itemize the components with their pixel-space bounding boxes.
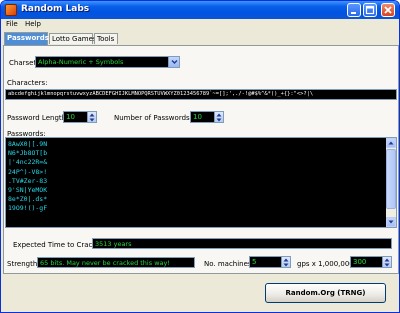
password-list: 8AwX0|[.9N N6*Jb8OT[b |'4nc22R=& 24P^)-V…	[8, 140, 47, 214]
password-item[interactable]: 8e*Z0|.ds*	[8, 195, 47, 204]
crack-time-value: 3513 years	[95, 240, 132, 248]
strength-field: 65 bits. May never be cracked this way!	[37, 257, 195, 268]
menu-bar: File Help	[1, 19, 399, 31]
arrow-up-icon	[283, 258, 289, 262]
charset-value: Alpha-Numeric + Symbols	[38, 58, 124, 66]
status-bar	[1, 306, 399, 312]
charset-select[interactable]: Alpha-Numeric + Symbols	[35, 56, 180, 68]
password-item[interactable]: 19O9!()-gF	[8, 204, 47, 213]
app-icon	[5, 4, 17, 16]
arrow-up-icon	[384, 258, 390, 262]
machines-label: No. machines:	[204, 260, 254, 268]
strength-label: Strength:	[7, 260, 40, 268]
machines-spin-buttons[interactable]	[281, 257, 290, 267]
close-icon	[384, 6, 392, 14]
password-length-stepper[interactable]: 10	[63, 111, 97, 123]
tab-tools[interactable]: Tools	[94, 33, 118, 44]
minimize-button[interactable]	[347, 3, 361, 17]
password-item[interactable]: .TV#Zer-83	[8, 177, 47, 186]
gps-spin-buttons[interactable]	[382, 257, 391, 267]
maximize-icon	[365, 5, 375, 15]
passwords-panel: Charset: Alpha-Numeric + Symbols Charact…	[3, 45, 399, 274]
password-item[interactable]: 24P^)-V8>!	[8, 168, 47, 177]
characters-value: abcdefghijklmnopqrstuvwxyzABCDEFGHIJKLMN…	[8, 91, 314, 97]
arrow-up-icon	[388, 141, 394, 145]
passwords-scrollbar[interactable]	[386, 138, 396, 227]
random-org-button[interactable]: Random.Org (TRNG)	[265, 283, 386, 303]
machines-value: 5	[252, 258, 257, 266]
crack-time-field: 3513 years	[92, 238, 392, 249]
password-item[interactable]: 9'SN|YeMOK	[8, 186, 47, 195]
number-of-passwords-value: 10	[193, 113, 202, 121]
strength-value: 65 bits. May never be cracked this way!	[40, 259, 170, 267]
arrow-up-icon	[216, 113, 222, 117]
password-item[interactable]: N6*Jb8OT[b	[8, 149, 47, 158]
app-window: Random Labs File Help Passwords Lotto Ga…	[0, 0, 400, 313]
password-length-spin-buttons[interactable]	[87, 112, 96, 122]
password-item[interactable]: 8AwX0|[.9N	[8, 140, 47, 149]
gps-stepper[interactable]: 300	[350, 256, 392, 268]
password-length-label: Password Length:	[7, 114, 69, 122]
number-of-passwords-spin-buttons[interactable]	[214, 112, 223, 122]
arrow-up-icon	[89, 113, 95, 117]
scroll-down-button[interactable]	[386, 217, 396, 227]
password-item[interactable]: |'4nc22R=&	[8, 158, 47, 167]
minimize-icon	[351, 12, 356, 14]
title-bar[interactable]: Random Labs	[1, 1, 399, 19]
passwords-output[interactable]: 8AwX0|[.9N N6*Jb8OT[b |'4nc22R=& 24P^)-V…	[5, 137, 397, 228]
maximize-button[interactable]	[363, 3, 377, 17]
menu-file[interactable]: File	[6, 20, 18, 28]
arrow-down-icon	[283, 263, 289, 267]
characters-field[interactable]: abcdefghijklmnopqrstuvwxyzABCDEFGHIJKLMN…	[5, 89, 397, 100]
arrow-down-icon	[89, 118, 95, 122]
tab-lotto-games[interactable]: Lotto Games	[49, 33, 97, 44]
charset-dropdown-button[interactable]	[168, 57, 179, 67]
number-of-passwords-stepper[interactable]: 10	[190, 111, 224, 123]
crack-time-label: Expected Time to Crack:	[13, 241, 99, 249]
arrow-down-icon	[388, 220, 394, 224]
machines-stepper[interactable]: 5	[249, 256, 291, 268]
arrow-down-icon	[384, 263, 390, 267]
scroll-thumb[interactable]	[386, 149, 396, 209]
scroll-up-button[interactable]	[386, 138, 396, 148]
chevron-down-icon	[171, 60, 178, 64]
gps-value: 300	[353, 258, 367, 266]
arrow-down-icon	[216, 118, 222, 122]
number-of-passwords-label: Number of Passwords:	[114, 114, 193, 122]
window-title: Random Labs	[21, 4, 90, 14]
menu-help[interactable]: Help	[25, 20, 41, 28]
tab-passwords[interactable]: Passwords	[4, 32, 49, 45]
close-button[interactable]	[381, 3, 395, 17]
gps-label: gps x 1,000,000:	[297, 260, 357, 268]
characters-label: Characters:	[7, 79, 48, 87]
password-length-value: 10	[66, 113, 75, 121]
